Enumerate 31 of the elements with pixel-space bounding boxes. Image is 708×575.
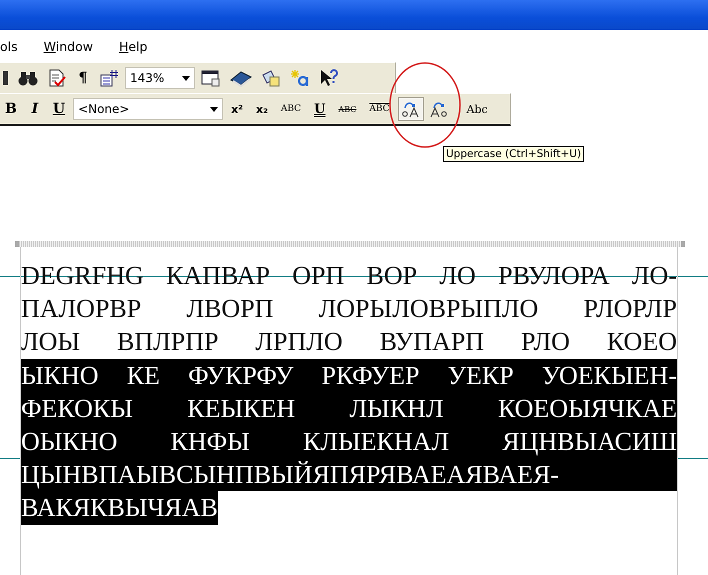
uppercase-button[interactable]	[398, 97, 424, 121]
sparkle-letter-icon[interactable]	[290, 69, 310, 87]
document-check-icon[interactable]	[47, 69, 67, 87]
paragraph-mark-button[interactable]: ¶	[73, 66, 93, 90]
menu-item[interactable]: ols	[0, 38, 18, 54]
menu-item[interactable]: Help	[118, 38, 148, 54]
format-button[interactable]: I	[24, 97, 45, 121]
table-number-icon[interactable]	[99, 69, 119, 87]
style-combo[interactable]: <None>	[73, 98, 224, 120]
format-button[interactable]: ABC	[333, 97, 362, 121]
zoom-combo[interactable]: 143%	[125, 67, 195, 89]
format-button[interactable]: x₂	[250, 97, 273, 121]
help-cursor-icon[interactable]	[319, 69, 339, 87]
format-button[interactable]: B	[0, 97, 22, 121]
menu-item[interactable]: Window	[44, 38, 93, 54]
format-button[interactable]: x²	[226, 97, 248, 121]
dropdown-arrow-icon	[210, 106, 218, 112]
format-button[interactable]: ABC	[276, 97, 306, 121]
small-to-capital-icon	[400, 100, 421, 118]
tooltip: Uppercase (Ctrl+Shift+U)	[443, 146, 584, 162]
book-icon[interactable]	[230, 69, 252, 87]
format-button[interactable]: Abc	[462, 97, 493, 121]
toolbar-icon[interactable]	[3, 69, 9, 87]
binoculars-icon[interactable]	[18, 69, 38, 87]
format-button[interactable]: U	[48, 97, 70, 121]
window-icon[interactable]	[201, 69, 221, 87]
dropdown-arrow-icon	[182, 76, 190, 80]
text-line: ЛОЫ ВПЛРПР ЛРПЛО ВУПАРП РЛО КОЕО	[21, 326, 677, 358]
format-button[interactable]: ABC	[364, 97, 395, 121]
format-button[interactable]: U	[309, 97, 330, 121]
text-line: ПАЛОРВР ЛВОРП ЛОРЫЛОВРЫПЛО РЛОРЛР	[21, 293, 677, 326]
